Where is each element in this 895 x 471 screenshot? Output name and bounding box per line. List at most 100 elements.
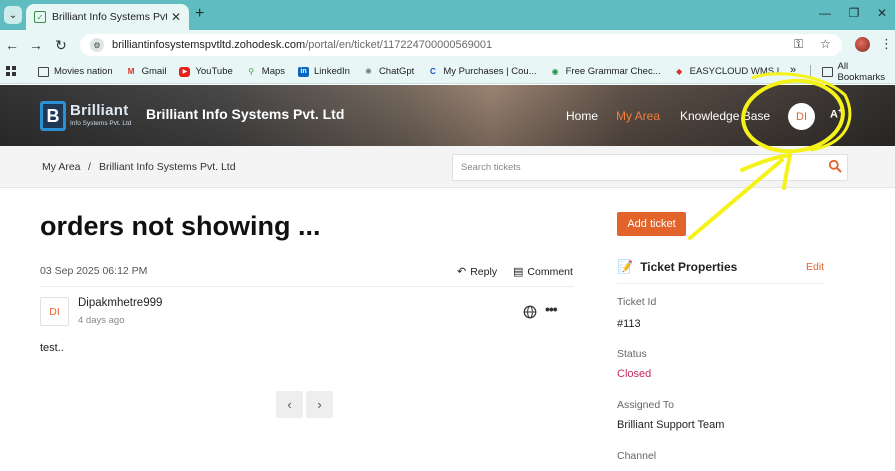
grammar-icon: ◉: [551, 67, 559, 76]
all-bookmarks-label: All Bookmarks: [837, 61, 886, 83]
status-badge: Closed: [617, 368, 652, 380]
browser-tab-strip: ⌄ ✓ Brilliant Info Systems Pvt. Ltd | T …: [0, 0, 895, 30]
purchases-icon: C: [429, 67, 436, 76]
chevron-left-icon: ‹: [287, 397, 292, 412]
bookmark-item[interactable]: M Gmail: [126, 66, 167, 77]
tab-close-icon[interactable]: ✕: [171, 10, 181, 24]
tab-search-chevron-icon[interactable]: ⌄: [4, 6, 22, 24]
author-avatar: DI: [40, 297, 69, 326]
bookmark-item[interactable]: Movies nation: [38, 66, 113, 77]
properties-divider: [617, 283, 825, 284]
minimize-icon[interactable]: —: [816, 6, 834, 20]
prop-label-assigned-to: Assigned To: [617, 399, 675, 411]
company-name: Brilliant Info Systems Pvt. Ltd: [146, 106, 345, 122]
bookmark-label: Gmail: [141, 66, 167, 77]
bookmark-item[interactable]: ◆ EASYCLOUD WMS L...: [674, 66, 790, 77]
comment-label: Comment: [527, 265, 573, 278]
new-tab-plus-icon[interactable]: +: [195, 5, 204, 23]
breadcrumb-my-area[interactable]: My Area: [42, 161, 81, 173]
prop-label-status: Status: [617, 348, 647, 360]
ticket-date: 03 Sep 2025 06:12 PM: [40, 265, 148, 277]
bookmarks-divider: [810, 65, 811, 79]
zoho-favicon-icon: ✓: [34, 11, 46, 23]
reply-label: Reply: [470, 265, 498, 278]
browser-profile-avatar[interactable]: [855, 37, 870, 52]
search-icon[interactable]: [828, 159, 842, 173]
youtube-icon: ▶: [179, 66, 191, 77]
address-toolbar: ← → ↻ ⚙ brilliantinfosystemspvtltd.zohod…: [0, 30, 895, 60]
reply-arrow-icon: ↶: [457, 266, 467, 278]
easycloud-icon: ◆: [676, 67, 683, 76]
thread-divider: [40, 286, 574, 287]
reply-button[interactable]: ↶ Reply: [457, 265, 498, 279]
font-size-icon[interactable]: A+: [830, 108, 842, 121]
bookmark-label: Maps: [261, 66, 286, 77]
ticket-title: orders not showing ...: [40, 211, 321, 241]
logo-wordmark: Brilliant: [70, 102, 129, 119]
bookmark-item[interactable]: ▶ YouTube: [179, 66, 233, 77]
comment-button[interactable]: ▤ Comment: [513, 265, 573, 279]
message-body: test..: [40, 342, 64, 354]
bookmark-item[interactable]: C My Purchases | Cou...: [427, 66, 537, 77]
bookmark-item[interactable]: ✺ ChatGpt: [363, 66, 414, 77]
apps-grid-icon[interactable]: [6, 66, 16, 76]
back-arrow-icon[interactable]: ←: [4, 37, 20, 53]
breadcrumb-separator: /: [88, 161, 91, 173]
bookmark-label: LinkedIn: [314, 66, 350, 77]
author-time: 4 days ago: [78, 315, 125, 326]
linkedin-icon: in: [298, 66, 310, 77]
bookmark-label: Movies nation: [54, 66, 113, 77]
bookmark-item[interactable]: ⚲ Maps: [246, 66, 285, 77]
tab-title: Brilliant Info Systems Pvt. Ltd | T: [52, 11, 167, 23]
prop-label-ticket-id: Ticket Id: [617, 296, 657, 308]
search-input[interactable]: Search tickets: [452, 154, 848, 181]
nav-my-area[interactable]: My Area: [616, 109, 660, 123]
comment-icon: ▤: [513, 266, 524, 278]
chatgpt-icon: ✺: [365, 67, 372, 76]
nav-knowledge-base[interactable]: Knowledge Base: [680, 109, 770, 123]
window-close-icon[interactable]: ✕: [873, 6, 891, 20]
prop-value-ticket-id: #113: [617, 318, 641, 330]
reload-icon[interactable]: ↻: [53, 37, 69, 54]
more-bookmarks-chevron[interactable]: »: [790, 64, 796, 76]
bookmark-label: YouTube: [195, 66, 233, 77]
bookmark-label: EASYCLOUD WMS L...: [689, 66, 790, 77]
more-options-icon[interactable]: •••: [545, 301, 558, 317]
logo-tagline: Info Systems Pvt. Ltd: [70, 120, 132, 127]
site-info-icon[interactable]: ⚙: [90, 38, 104, 52]
logo-b-mark: B: [40, 101, 66, 131]
folder-icon: [38, 66, 49, 77]
url-path: /portal/en/ticket/117224700000569001: [305, 39, 493, 51]
forward-arrow-icon[interactable]: →: [28, 37, 44, 53]
next-page-button[interactable]: ›: [306, 391, 333, 418]
url-host: brilliantinfosystemspvtltd.zohodesk.com: [112, 39, 306, 51]
browser-menu-icon[interactable]: ⋮: [880, 36, 893, 52]
gmail-icon: M: [127, 67, 135, 76]
address-bar[interactable]: ⚙ brilliantinfosystemspvtltd.zohodesk.co…: [80, 34, 842, 56]
folder-icon: [822, 67, 833, 77]
add-ticket-button[interactable]: Add ticket: [617, 212, 686, 236]
bookmarks-bar: Movies nation M Gmail ▶ YouTube ⚲ Maps in Li…: [0, 60, 895, 84]
bookmark-item[interactable]: ◉ Free Grammar Chec...: [550, 66, 661, 77]
bookmark-label: My Purchases | Cou...: [443, 66, 537, 77]
author-name: Dipakmhetre999: [78, 297, 163, 309]
bookmark-label: Free Grammar Chec...: [565, 66, 661, 77]
ticket-properties-heading: 📝 Ticket Properties: [617, 259, 737, 275]
bookmark-star-icon[interactable]: ☆: [820, 37, 831, 51]
password-key-icon[interactable]: ⚿: [794, 37, 803, 52]
brilliant-logo[interactable]: B Brilliant Info Systems Pvt. Ltd: [40, 101, 135, 131]
prop-label-channel: Channel: [617, 450, 657, 462]
ticket-properties-title: Ticket Properties: [640, 260, 738, 274]
bookmark-item[interactable]: in LinkedIn: [298, 66, 350, 77]
edit-note-icon: 📝: [617, 259, 634, 274]
all-bookmarks[interactable]: All Bookmarks: [822, 60, 895, 84]
prev-page-button[interactable]: ‹: [276, 391, 303, 418]
breadcrumb-current[interactable]: Brilliant Info Systems Pvt. Ltd: [99, 161, 236, 173]
globe-icon[interactable]: [523, 305, 537, 319]
nav-home[interactable]: Home: [566, 109, 598, 123]
user-avatar-menu[interactable]: DI: [788, 103, 815, 130]
restore-icon[interactable]: ❐: [845, 6, 863, 20]
edit-properties-link[interactable]: Edit: [806, 261, 824, 273]
font-size-label: A: [830, 108, 838, 121]
browser-tab-active[interactable]: ✓ Brilliant Info Systems Pvt. Ltd | T ✕: [26, 4, 189, 30]
